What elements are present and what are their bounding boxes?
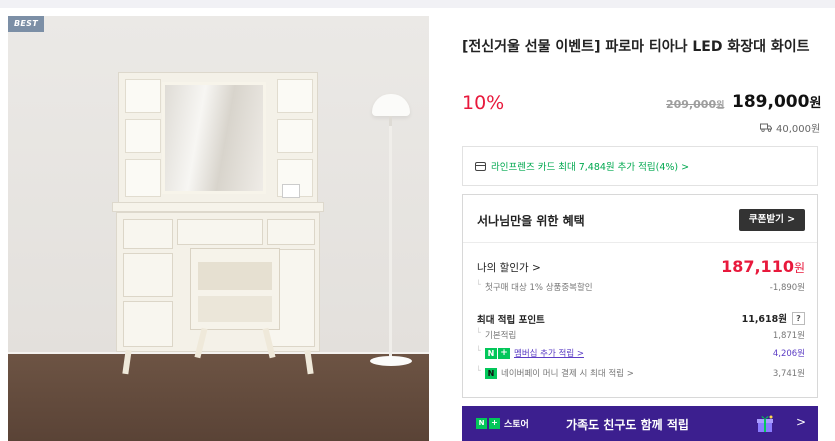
max-point-row: 최대 적립 포인트 11,618원? bbox=[477, 309, 805, 327]
npay-link[interactable]: 네이버페이 머니 결제 시 최대 적립 > bbox=[501, 367, 634, 379]
naver-plus-icon: N+ bbox=[485, 347, 510, 359]
first-purchase-row: 첫구매 대상 1% 상품중복할인 -1,890원 bbox=[476, 280, 805, 295]
gift-icon bbox=[757, 415, 773, 432]
sale-price: 189,000원 bbox=[732, 92, 822, 112]
naver-pay-icon: N bbox=[485, 367, 497, 379]
help-icon[interactable]: ? bbox=[792, 311, 805, 325]
basic-point-row: 기본적립 1,871원 bbox=[476, 328, 805, 343]
my-discount-value: 187,110원 bbox=[721, 257, 805, 276]
naver-store-banner[interactable]: N + 스토어 가족도 친구도 함께 적립 > bbox=[462, 406, 818, 441]
shipping-fee: 40,000원 bbox=[760, 120, 820, 135]
card-point-banner[interactable]: 라인프렌즈 카드 최대 7,484원 추가 적립(4%) > bbox=[462, 146, 818, 186]
best-badge: BEST bbox=[8, 16, 44, 32]
coupon-button[interactable]: 쿠폰받기 > bbox=[739, 209, 805, 231]
stool bbox=[190, 248, 280, 368]
store-banner-text: 가족도 친구도 함께 적립 bbox=[566, 418, 689, 432]
chevron-right-icon: > bbox=[796, 415, 807, 429]
mirror bbox=[162, 82, 266, 194]
my-discount-row: 나의 할인가 > 187,110원 bbox=[477, 257, 805, 279]
credit-card-icon bbox=[475, 161, 486, 171]
product-image[interactable]: BEST bbox=[8, 16, 429, 441]
truck-icon bbox=[760, 123, 772, 132]
membership-link[interactable]: 멤버십 추가 적립 > bbox=[514, 347, 584, 359]
card-point-text: 라인프렌즈 카드 최대 7,484원 추가 적립(4%) > bbox=[491, 162, 690, 173]
naver-store-logo: N + 스토어 bbox=[476, 417, 529, 430]
page: BEST [전신거울 선물 이벤트] 파로마 티아나 LED 화장대 화이트 1… bbox=[0, 0, 835, 441]
npay-point-row: N 네이버페이 머니 결제 시 최대 적립 > 3,741원 bbox=[476, 366, 805, 383]
original-price: 209,000원 bbox=[666, 98, 725, 111]
benefit-box: 서나님만을 위한 혜택 쿠폰받기 > 나의 할인가 > 187,110원 첫구매… bbox=[462, 194, 818, 398]
my-discount-link[interactable]: 나의 할인가 > bbox=[477, 260, 541, 275]
product-title: [전신거울 선물 이벤트] 파로마 티아나 LED 화장대 화이트 bbox=[462, 39, 810, 55]
product-card: BEST [전신거울 선물 이벤트] 파로마 티아나 LED 화장대 화이트 1… bbox=[0, 8, 835, 441]
membership-point-row: N+ 멤버십 추가 적립 > 4,206원 bbox=[476, 346, 805, 363]
discount-rate: 10% bbox=[462, 92, 505, 114]
benefit-title: 서나님만을 위한 혜택 bbox=[477, 214, 585, 228]
